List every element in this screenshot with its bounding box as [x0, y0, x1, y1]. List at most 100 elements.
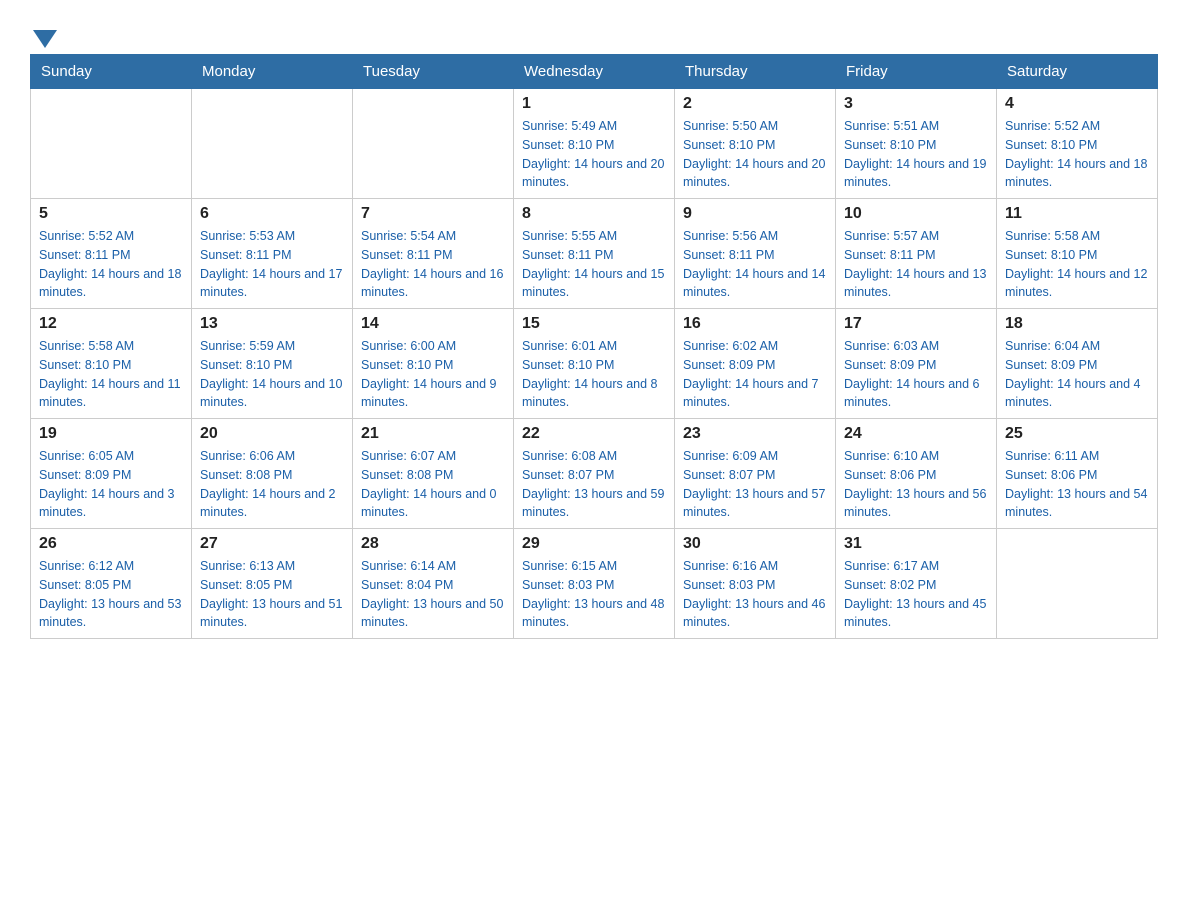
- calendar-cell: [353, 89, 514, 199]
- day-number: 3: [844, 95, 988, 113]
- day-info: Sunrise: 6:08 AM Sunset: 8:07 PM Dayligh…: [522, 447, 666, 522]
- logo-arrow-icon: [33, 30, 57, 48]
- day-number: 27: [200, 535, 344, 553]
- day-info: Sunrise: 6:16 AM Sunset: 8:03 PM Dayligh…: [683, 557, 827, 632]
- day-info: Sunrise: 6:09 AM Sunset: 8:07 PM Dayligh…: [683, 447, 827, 522]
- calendar-cell: [31, 89, 192, 199]
- day-info: Sunrise: 6:11 AM Sunset: 8:06 PM Dayligh…: [1005, 447, 1149, 522]
- day-number: 7: [361, 205, 505, 223]
- calendar-cell: 19 Sunrise: 6:05 AM Sunset: 8:09 PM Dayli…: [31, 419, 192, 529]
- day-number: 13: [200, 315, 344, 333]
- calendar-cell: 20 Sunrise: 6:06 AM Sunset: 8:08 PM Dayli…: [192, 419, 353, 529]
- day-info: Sunrise: 6:17 AM Sunset: 8:02 PM Dayligh…: [844, 557, 988, 632]
- calendar-cell: 25 Sunrise: 6:11 AM Sunset: 8:06 PM Dayli…: [997, 419, 1158, 529]
- day-info: Sunrise: 5:51 AM Sunset: 8:10 PM Dayligh…: [844, 117, 988, 192]
- day-info: Sunrise: 6:13 AM Sunset: 8:05 PM Dayligh…: [200, 557, 344, 632]
- day-info: Sunrise: 5:50 AM Sunset: 8:10 PM Dayligh…: [683, 117, 827, 192]
- day-number: 25: [1005, 425, 1149, 443]
- day-info: Sunrise: 5:58 AM Sunset: 8:10 PM Dayligh…: [1005, 227, 1149, 302]
- day-number: 15: [522, 315, 666, 333]
- calendar-cell: 7 Sunrise: 5:54 AM Sunset: 8:11 PM Daylig…: [353, 199, 514, 309]
- day-info: Sunrise: 5:57 AM Sunset: 8:11 PM Dayligh…: [844, 227, 988, 302]
- calendar-week-row: 19 Sunrise: 6:05 AM Sunset: 8:09 PM Dayli…: [31, 419, 1158, 529]
- day-info: Sunrise: 5:56 AM Sunset: 8:11 PM Dayligh…: [683, 227, 827, 302]
- calendar-day-header: Tuesday: [353, 55, 514, 89]
- day-info: Sunrise: 6:15 AM Sunset: 8:03 PM Dayligh…: [522, 557, 666, 632]
- day-number: 2: [683, 95, 827, 113]
- logo: [30, 20, 57, 44]
- calendar-cell: 21 Sunrise: 6:07 AM Sunset: 8:08 PM Dayli…: [353, 419, 514, 529]
- day-info: Sunrise: 5:55 AM Sunset: 8:11 PM Dayligh…: [522, 227, 666, 302]
- calendar-cell: 2 Sunrise: 5:50 AM Sunset: 8:10 PM Daylig…: [675, 89, 836, 199]
- day-info: Sunrise: 5:59 AM Sunset: 8:10 PM Dayligh…: [200, 337, 344, 412]
- calendar-week-row: 12 Sunrise: 5:58 AM Sunset: 8:10 PM Dayli…: [31, 309, 1158, 419]
- calendar-day-header: Monday: [192, 55, 353, 89]
- day-number: 26: [39, 535, 183, 553]
- day-number: 23: [683, 425, 827, 443]
- day-number: 16: [683, 315, 827, 333]
- calendar-week-row: 26 Sunrise: 6:12 AM Sunset: 8:05 PM Dayli…: [31, 529, 1158, 639]
- calendar-cell: 26 Sunrise: 6:12 AM Sunset: 8:05 PM Dayli…: [31, 529, 192, 639]
- day-number: 10: [844, 205, 988, 223]
- calendar-cell: 4 Sunrise: 5:52 AM Sunset: 8:10 PM Daylig…: [997, 89, 1158, 199]
- day-info: Sunrise: 6:03 AM Sunset: 8:09 PM Dayligh…: [844, 337, 988, 412]
- calendar-cell: [997, 529, 1158, 639]
- calendar-day-header: Sunday: [31, 55, 192, 89]
- day-number: 11: [1005, 205, 1149, 223]
- calendar-cell: 16 Sunrise: 6:02 AM Sunset: 8:09 PM Dayli…: [675, 309, 836, 419]
- day-info: Sunrise: 6:00 AM Sunset: 8:10 PM Dayligh…: [361, 337, 505, 412]
- day-number: 8: [522, 205, 666, 223]
- calendar-cell: 23 Sunrise: 6:09 AM Sunset: 8:07 PM Dayli…: [675, 419, 836, 529]
- calendar-cell: 28 Sunrise: 6:14 AM Sunset: 8:04 PM Dayli…: [353, 529, 514, 639]
- calendar-cell: 17 Sunrise: 6:03 AM Sunset: 8:09 PM Dayli…: [836, 309, 997, 419]
- day-info: Sunrise: 6:07 AM Sunset: 8:08 PM Dayligh…: [361, 447, 505, 522]
- day-number: 4: [1005, 95, 1149, 113]
- day-info: Sunrise: 5:52 AM Sunset: 8:11 PM Dayligh…: [39, 227, 183, 302]
- day-info: Sunrise: 6:10 AM Sunset: 8:06 PM Dayligh…: [844, 447, 988, 522]
- day-info: Sunrise: 5:54 AM Sunset: 8:11 PM Dayligh…: [361, 227, 505, 302]
- day-number: 19: [39, 425, 183, 443]
- page-header: [30, 20, 1158, 44]
- day-number: 9: [683, 205, 827, 223]
- day-number: 24: [844, 425, 988, 443]
- calendar-week-row: 5 Sunrise: 5:52 AM Sunset: 8:11 PM Daylig…: [31, 199, 1158, 309]
- calendar-cell: 14Sunrise: 6:00 AM Sunset: 8:10 PM Dayli…: [353, 309, 514, 419]
- day-info: Sunrise: 5:58 AM Sunset: 8:10 PM Dayligh…: [39, 337, 183, 412]
- day-info: Sunrise: 6:14 AM Sunset: 8:04 PM Dayligh…: [361, 557, 505, 632]
- day-info: Sunrise: 5:52 AM Sunset: 8:10 PM Dayligh…: [1005, 117, 1149, 192]
- calendar-day-header: Friday: [836, 55, 997, 89]
- day-number: 28: [361, 535, 505, 553]
- calendar-cell: 30 Sunrise: 6:16 AM Sunset: 8:03 PM Dayli…: [675, 529, 836, 639]
- calendar-cell: 9 Sunrise: 5:56 AM Sunset: 8:11 PM Daylig…: [675, 199, 836, 309]
- calendar-cell: 18Sunrise: 6:04 AM Sunset: 8:09 PM Dayli…: [997, 309, 1158, 419]
- day-info: Sunrise: 6:06 AM Sunset: 8:08 PM Dayligh…: [200, 447, 344, 522]
- day-number: 5: [39, 205, 183, 223]
- calendar-day-header: Saturday: [997, 55, 1158, 89]
- calendar-table: SundayMondayTuesdayWednesdayThursdayFrid…: [30, 54, 1158, 639]
- day-number: 17: [844, 315, 988, 333]
- calendar-week-row: 1 Sunrise: 5:49 AM Sunset: 8:10 PM Daylig…: [31, 89, 1158, 199]
- calendar-header-row: SundayMondayTuesdayWednesdayThursdayFrid…: [31, 55, 1158, 89]
- calendar-cell: 5 Sunrise: 5:52 AM Sunset: 8:11 PM Daylig…: [31, 199, 192, 309]
- day-number: 30: [683, 535, 827, 553]
- calendar-cell: 10 Sunrise: 5:57 AM Sunset: 8:11 PM Dayli…: [836, 199, 997, 309]
- day-number: 6: [200, 205, 344, 223]
- calendar-cell: 31 Sunrise: 6:17 AM Sunset: 8:02 PM Dayli…: [836, 529, 997, 639]
- calendar-cell: 11 Sunrise: 5:58 AM Sunset: 8:10 PM Dayli…: [997, 199, 1158, 309]
- day-number: 12: [39, 315, 183, 333]
- day-info: Sunrise: 6:02 AM Sunset: 8:09 PM Dayligh…: [683, 337, 827, 412]
- day-number: 21: [361, 425, 505, 443]
- calendar-cell: 27 Sunrise: 6:13 AM Sunset: 8:05 PM Dayli…: [192, 529, 353, 639]
- day-number: 22: [522, 425, 666, 443]
- day-number: 18: [1005, 315, 1149, 333]
- calendar-cell: [192, 89, 353, 199]
- day-info: Sunrise: 5:53 AM Sunset: 8:11 PM Dayligh…: [200, 227, 344, 302]
- day-info: Sunrise: 5:49 AM Sunset: 8:10 PM Dayligh…: [522, 117, 666, 192]
- calendar-cell: 24 Sunrise: 6:10 AM Sunset: 8:06 PM Dayli…: [836, 419, 997, 529]
- day-info: Sunrise: 6:12 AM Sunset: 8:05 PM Dayligh…: [39, 557, 183, 632]
- calendar-cell: 8 Sunrise: 5:55 AM Sunset: 8:11 PM Daylig…: [514, 199, 675, 309]
- day-number: 1: [522, 95, 666, 113]
- day-info: Sunrise: 6:05 AM Sunset: 8:09 PM Dayligh…: [39, 447, 183, 522]
- day-number: 31: [844, 535, 988, 553]
- day-number: 20: [200, 425, 344, 443]
